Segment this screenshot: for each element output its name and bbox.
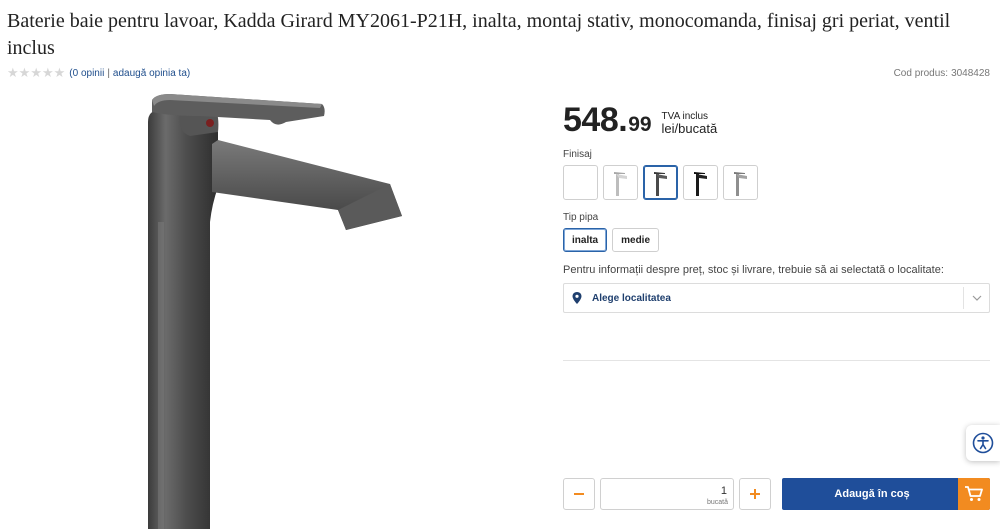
tip-pipa-label: Tip pipa (563, 212, 599, 223)
star-icon: ★ (30, 66, 42, 81)
tip-pipa-inalta-button[interactable]: inalta (563, 228, 608, 252)
product-image[interactable] (100, 92, 440, 529)
price-meta: TVA inclus lei/bucată (662, 111, 718, 135)
price: 548. 99 TVA inclus lei/bucată (563, 102, 717, 138)
plus-icon (750, 489, 760, 499)
location-placeholder: Alege localitatea (592, 292, 671, 304)
finisaj-option-negru[interactable] (683, 165, 718, 200)
finisaj-option-inox[interactable] (723, 165, 758, 200)
faucet-image (148, 94, 402, 529)
product-code: Cod produs: 3048428 (894, 68, 990, 79)
product-code-label: Cod produs: (893, 68, 949, 79)
cart-icon (958, 478, 990, 510)
section-divider (563, 360, 990, 361)
finisaj-option-crom[interactable] (603, 165, 638, 200)
faucet-thumbnail-icon (613, 171, 627, 196)
minus-icon (574, 493, 584, 495)
quantity-unit: bucată (706, 499, 728, 506)
star-icon: ★ (18, 66, 31, 81)
quantity-input[interactable]: 1 bucată (600, 478, 734, 510)
finisaj-options (563, 165, 758, 200)
price-integer: 548. (563, 101, 628, 139)
chevron-down-icon[interactable] (963, 287, 989, 309)
tip-pipa-medie-button[interactable]: medie (612, 228, 660, 252)
faucet-thumbnail-icon (693, 171, 707, 196)
finisaj-option-blank[interactable] (563, 165, 598, 200)
accessibility-icon (972, 432, 994, 454)
price-decimals: 99 (628, 113, 652, 136)
rating-separator: | (107, 68, 110, 79)
star-icon: ★ (41, 66, 54, 81)
product-code-value: 3048428 (951, 68, 990, 79)
accessibility-button[interactable] (966, 425, 1000, 461)
add-to-cart-button[interactable]: Adaugă în coș (782, 478, 990, 510)
rating-stars[interactable]: ★ ★ ★ ★ ★ (7, 67, 65, 80)
reviews-link[interactable]: (0 opinii (69, 68, 104, 79)
quantity-value: 1 (720, 485, 727, 497)
rating-row: ★ ★ ★ ★ ★ (0 opinii | adaugă opinia ta) (7, 67, 190, 80)
location-select[interactable]: Alege localitatea (563, 283, 990, 313)
star-icon: ★ (7, 66, 19, 81)
faucet-thumbnail-icon (653, 171, 667, 196)
finisaj-option-gri-periat[interactable] (643, 165, 678, 200)
price-unit: lei/bucată (661, 121, 718, 136)
quantity-decrease-button[interactable] (563, 478, 595, 510)
product-title: Baterie baie pentru lavoar, Kadda Girard… (7, 10, 951, 59)
location-pin-icon (572, 292, 582, 304)
finisaj-label: Finisaj (563, 149, 592, 160)
location-info-text: Pentru informații despre preț, stoc și l… (563, 264, 944, 276)
add-review-link[interactable]: adaugă opinia ta) (113, 68, 190, 79)
tip-pipa-options: inalta medie (563, 228, 660, 252)
faucet-thumbnail-icon (733, 171, 747, 196)
star-icon: ★ (53, 66, 66, 81)
quantity-increase-button[interactable] (739, 478, 771, 510)
